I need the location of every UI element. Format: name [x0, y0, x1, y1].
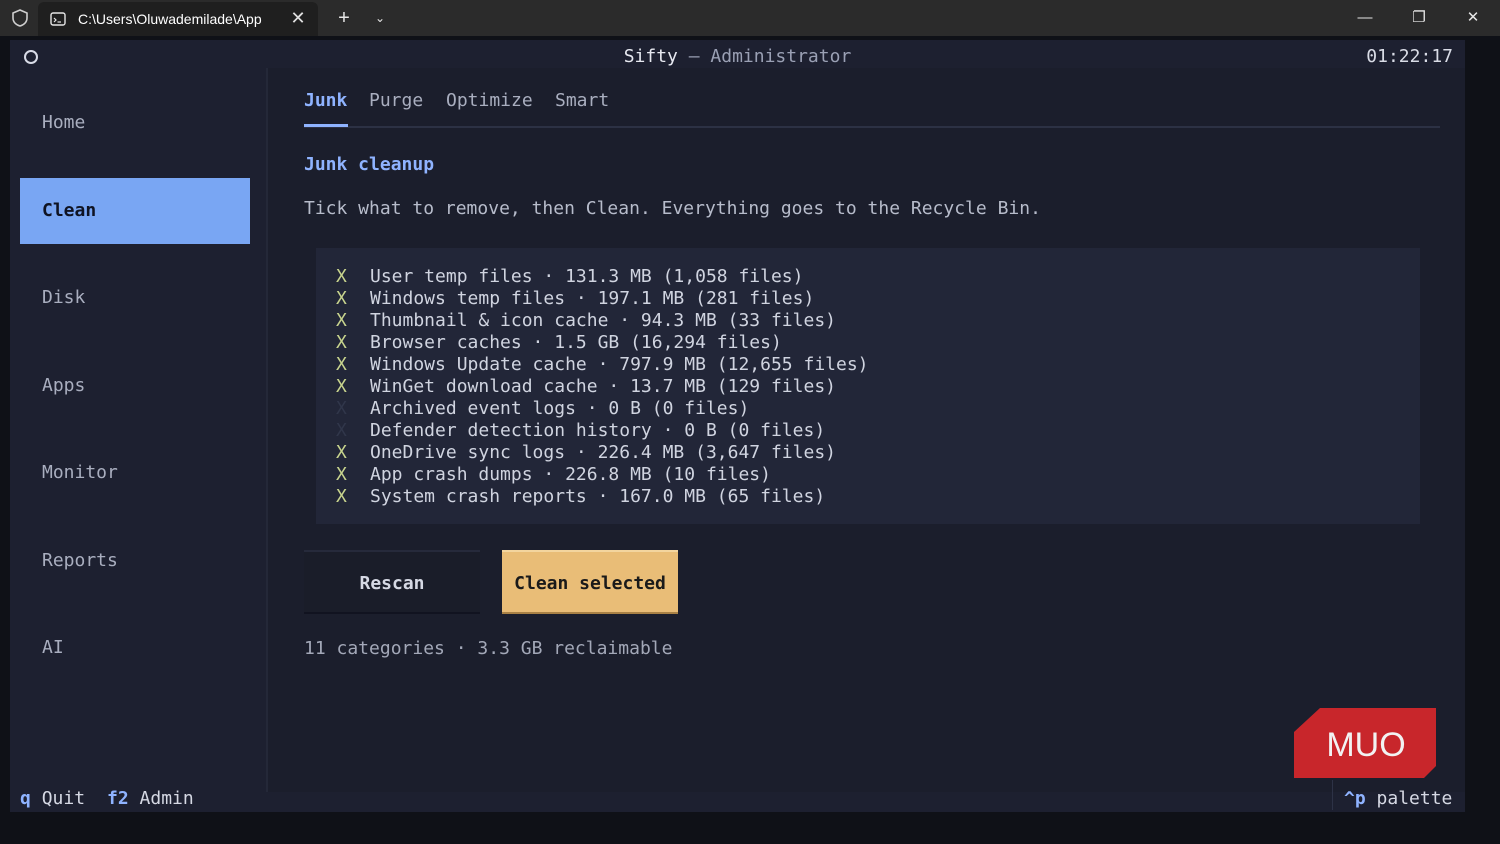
- junk-category-list: X User temp files · 131.3 MB (1,058 files…: [316, 248, 1420, 524]
- logo-text: MUO: [1326, 726, 1405, 764]
- quit-key: q: [20, 788, 31, 809]
- checkbox-mark[interactable]: X: [336, 464, 370, 485]
- quit-hint[interactable]: q Quit: [20, 788, 85, 809]
- list-item-label: Defender detection history · 0 B (0 file…: [370, 420, 826, 441]
- tab-smart[interactable]: Smart: [555, 90, 609, 122]
- terminal-tab[interactable]: C:\Users\Oluwademilade\App ✕: [38, 2, 318, 36]
- palette-hint[interactable]: ^p palette: [1344, 788, 1452, 809]
- list-item-label: Windows Update cache · 797.9 MB (12,655 …: [370, 354, 869, 375]
- muo-logo: MUO: [1294, 708, 1436, 778]
- sidebar-item-clean[interactable]: Clean: [20, 178, 250, 244]
- checkbox-mark[interactable]: X: [336, 332, 370, 353]
- reclaimable-summary: 11 categories · 3.3 GB reclaimable: [304, 638, 673, 659]
- chevron-down-icon[interactable]: ⌄: [368, 6, 392, 30]
- sub-tabs: Junk Purge Optimize Smart: [304, 86, 1440, 128]
- list-item[interactable]: X Archived event logs · 0 B (0 files): [336, 398, 749, 420]
- tab-junk[interactable]: Junk: [304, 90, 347, 122]
- shield-icon: [12, 9, 28, 27]
- checkbox-mark[interactable]: X: [336, 442, 370, 463]
- list-item[interactable]: X OneDrive sync logs · 226.4 MB (3,647 fi…: [336, 442, 836, 464]
- list-item[interactable]: X WinGet download cache · 13.7 MB (129 fi…: [336, 376, 836, 398]
- checkbox-mark[interactable]: X: [336, 266, 370, 287]
- list-item[interactable]: X App crash dumps · 226.8 MB (10 files): [336, 464, 771, 486]
- checkbox-mark[interactable]: X: [336, 288, 370, 309]
- close-tab-button[interactable]: ✕: [286, 6, 310, 30]
- palette-label: palette: [1376, 788, 1453, 809]
- list-item[interactable]: X System crash reports · 167.0 MB (65 fil…: [336, 486, 825, 508]
- list-item[interactable]: X Windows temp files · 197.1 MB (281 file…: [336, 288, 814, 310]
- quit-label: Quit: [41, 788, 86, 809]
- clock: 01:22:17: [1366, 46, 1453, 67]
- list-item-label: Browser caches · 1.5 GB (16,294 files): [370, 332, 782, 353]
- sidebar-item-disk[interactable]: Disk: [20, 265, 250, 331]
- tab-title: C:\Users\Oluwademilade\App: [78, 11, 262, 27]
- terminal-tab-strip: C:\Users\Oluwademilade\App ✕ + ⌄ — ❐ ✕: [0, 0, 1500, 36]
- checkbox-mark[interactable]: X: [336, 486, 370, 507]
- minimize-button[interactable]: —: [1338, 0, 1392, 36]
- checkbox-mark[interactable]: X: [336, 354, 370, 375]
- list-item[interactable]: X User temp files · 131.3 MB (1,058 files…: [336, 266, 803, 288]
- active-tab-underline: [304, 124, 348, 127]
- list-item[interactable]: X Browser caches · 1.5 GB (16,294 files): [336, 332, 782, 354]
- terminal-app: Sifty – Administrator 01:22:17 Home Clea…: [10, 40, 1465, 812]
- sidebar: Home Clean Disk Apps Monitor Reports AI: [10, 68, 268, 792]
- list-item[interactable]: X Thumbnail & icon cache · 94.3 MB (33 fi…: [336, 310, 836, 332]
- app-title: Sifty – Administrator: [10, 46, 1465, 67]
- list-item-label: Thumbnail & icon cache · 94.3 MB (33 fil…: [370, 310, 836, 331]
- list-item-label: WinGet download cache · 13.7 MB (129 fil…: [370, 376, 836, 397]
- list-item-label: Windows temp files · 197.1 MB (281 files…: [370, 288, 815, 309]
- sidebar-item-monitor[interactable]: Monitor: [20, 440, 250, 506]
- sidebar-item-reports[interactable]: Reports: [20, 528, 250, 594]
- list-item-label: OneDrive sync logs · 226.4 MB (3,647 fil…: [370, 442, 836, 463]
- section-description: Tick what to remove, then Clean. Everyth…: [304, 198, 1041, 219]
- sidebar-item-apps[interactable]: Apps: [20, 353, 250, 419]
- checkbox-mark[interactable]: X: [336, 376, 370, 397]
- sidebar-item-home[interactable]: Home: [20, 90, 250, 156]
- app-title-suffix: – Administrator: [677, 46, 852, 67]
- section-title: Junk cleanup: [304, 154, 435, 175]
- footer-divider: [1332, 780, 1333, 810]
- palette-key: ^p: [1344, 788, 1366, 809]
- terminal-icon: [50, 12, 66, 26]
- list-item[interactable]: X Windows Update cache · 797.9 MB (12,655…: [336, 354, 869, 376]
- admin-key: f2: [107, 788, 129, 809]
- list-item-label: Archived event logs · 0 B (0 files): [370, 398, 750, 419]
- rescan-button[interactable]: Rescan: [304, 550, 480, 614]
- tab-purge[interactable]: Purge: [369, 90, 423, 122]
- sidebar-item-ai[interactable]: AI: [20, 615, 250, 681]
- admin-hint[interactable]: f2 Admin: [107, 788, 194, 809]
- list-item-label: System crash reports · 167.0 MB (65 file…: [370, 486, 826, 507]
- checkbox-mark[interactable]: X: [336, 310, 370, 331]
- close-window-button[interactable]: ✕: [1446, 0, 1500, 36]
- list-item[interactable]: X Defender detection history · 0 B (0 fil…: [336, 420, 825, 442]
- key-hints-footer: q Quit f2 Admin ^p palette: [10, 780, 1465, 812]
- list-item-label: App crash dumps · 226.8 MB (10 files): [370, 464, 771, 485]
- app-name: Sifty: [623, 46, 678, 67]
- tab-optimize[interactable]: Optimize: [446, 90, 533, 122]
- maximize-button[interactable]: ❐: [1392, 0, 1446, 36]
- admin-label: Admin: [139, 788, 194, 809]
- new-tab-button[interactable]: +: [332, 6, 356, 30]
- list-item-label: User temp files · 131.3 MB (1,058 files): [370, 266, 804, 287]
- checkbox-mark[interactable]: X: [336, 420, 370, 441]
- main-panel: Junk Purge Optimize Smart Junk cleanup T…: [268, 68, 1465, 792]
- checkbox-mark[interactable]: X: [336, 398, 370, 419]
- clean-selected-button[interactable]: Clean selected: [502, 550, 678, 614]
